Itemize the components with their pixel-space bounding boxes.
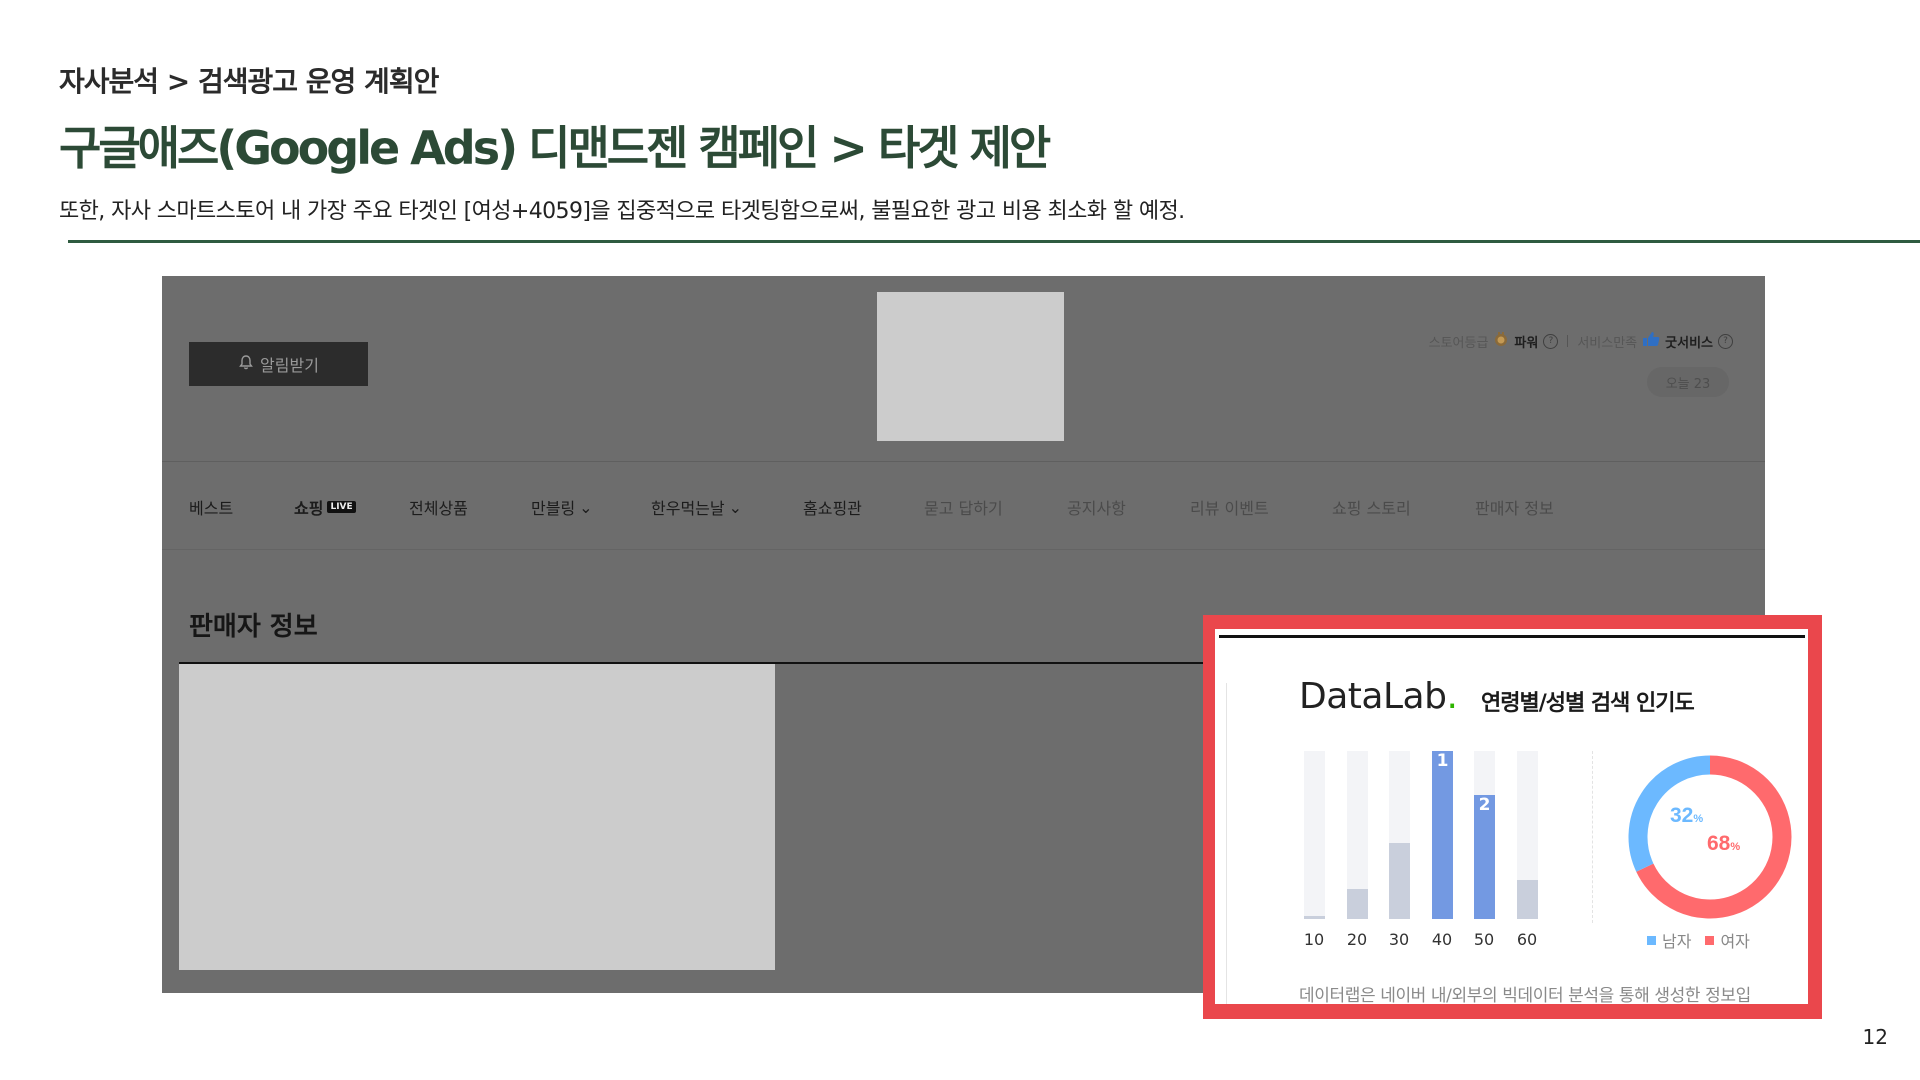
seller-info-placeholder bbox=[179, 664, 775, 970]
legend-label-male: 남자 bbox=[1662, 932, 1692, 951]
nav-item-review-event[interactable]: 리뷰 이벤트 bbox=[1190, 495, 1269, 519]
age-tick-label: 50 bbox=[1473, 930, 1495, 949]
service-label: 서비스만족 bbox=[1577, 335, 1638, 351]
chevron-down-icon: ⌄ bbox=[579, 497, 593, 517]
notify-button-label: 알림받기 bbox=[260, 356, 319, 375]
grade-help-icon[interactable]: ? bbox=[1543, 333, 1559, 349]
nav-item-hanwoo-day[interactable]: 한우먹는날 ⌄ bbox=[651, 495, 742, 519]
legend-male: 남자 bbox=[1647, 928, 1691, 952]
nav-item-shopping-live[interactable]: 쇼핑 LIVE bbox=[294, 495, 356, 519]
header-divider bbox=[162, 461, 1765, 462]
bar-50: 2 bbox=[1474, 795, 1495, 919]
nav-item-manbling[interactable]: 만블링 ⌄ bbox=[531, 495, 593, 519]
nav-item-notice[interactable]: 공지사항 bbox=[1067, 495, 1126, 519]
gender-legend: 남자 여자 bbox=[1647, 928, 1750, 952]
breadcrumb: 자사분석 > 검색광고 운영 계획안 bbox=[59, 65, 439, 98]
datalab-logo: DataLab. bbox=[1299, 676, 1458, 717]
thumbs-up-icon bbox=[1642, 331, 1660, 351]
grade-value: 파워 bbox=[1514, 335, 1539, 351]
datalab-panel: DataLab. 연령별/성별 검색 인기도 10 20 30 1 40 2 50 60 32… bbox=[1215, 629, 1808, 1004]
bar-20 bbox=[1347, 889, 1368, 919]
rank-label: 2 bbox=[1478, 795, 1491, 815]
today-visitors-badge: 오늘 23 bbox=[1647, 367, 1729, 397]
bar-40: 1 bbox=[1432, 751, 1453, 919]
bar-10 bbox=[1304, 916, 1325, 919]
nav-item-qna[interactable]: 묻고 답하기 bbox=[924, 495, 1003, 519]
donut-value-label: 32% bbox=[1670, 804, 1703, 827]
grade-label: 스토어등급 bbox=[1428, 335, 1489, 351]
nav-item-home-shopping[interactable]: 홈쇼핑관 bbox=[803, 495, 862, 519]
bar-track bbox=[1347, 751, 1368, 919]
bar-track: 2 bbox=[1474, 751, 1495, 919]
legend-label-female: 여자 bbox=[1720, 932, 1750, 951]
datalab-title: 연령별/성별 검색 인기도 bbox=[1481, 691, 1695, 716]
page-title: 구글애즈(Google Ads) 디맨드젠 캠페인 > 타겟 제안 bbox=[59, 121, 1051, 175]
store-grade-info: 스토어등급 파워 ? 서비스만족 굿서비스 ? bbox=[1429, 331, 1733, 351]
page-number: 12 bbox=[1862, 1025, 1888, 1049]
rank-label: 1 bbox=[1436, 751, 1449, 771]
datalab-logo-dot: . bbox=[1446, 676, 1458, 717]
nav-item-seller-info[interactable]: 판매자 정보 bbox=[1475, 495, 1554, 519]
live-badge: LIVE bbox=[327, 501, 356, 513]
slide-subtitle: 또한, 자사 스마트스토어 내 가장 주요 타겟인 [여성+4059]을 집중적… bbox=[59, 199, 1185, 224]
age-tick-label: 10 bbox=[1303, 930, 1325, 949]
bar-60 bbox=[1517, 880, 1538, 919]
bar-track: 1 bbox=[1432, 751, 1453, 919]
age-tick-label: 60 bbox=[1516, 930, 1538, 949]
legend-swatch-female bbox=[1705, 935, 1715, 945]
legend-female: 여자 bbox=[1705, 928, 1750, 952]
nav-item-best[interactable]: 베스트 bbox=[189, 495, 233, 519]
age-tick-label: 20 bbox=[1346, 930, 1368, 949]
bar-track bbox=[1517, 751, 1538, 919]
info-separator bbox=[1567, 335, 1569, 347]
age-tick-label: 30 bbox=[1388, 930, 1410, 949]
title-divider bbox=[68, 240, 1920, 243]
bar-30 bbox=[1389, 843, 1410, 919]
notify-button[interactable]: 알림받기 bbox=[189, 342, 368, 386]
store-logo-placeholder bbox=[877, 292, 1064, 441]
legend-swatch-male bbox=[1647, 935, 1656, 945]
bell-icon bbox=[238, 354, 254, 374]
chart-divider bbox=[1592, 751, 1593, 923]
service-help-icon[interactable]: ? bbox=[1718, 333, 1733, 349]
donut-value-label: 68% bbox=[1707, 832, 1740, 855]
datalab-left-border bbox=[1226, 683, 1227, 1004]
nav-item-all-products[interactable]: 전체상품 bbox=[409, 495, 468, 519]
datalab-footnote: 데이터랩은 네이버 내/외부의 빅데이터 분석을 통해 생성한 정보입 bbox=[1299, 986, 1751, 1004]
age-tick-label: 40 bbox=[1431, 930, 1453, 949]
service-value: 굿서비스 bbox=[1665, 335, 1713, 351]
bar-track bbox=[1389, 751, 1410, 919]
section-title: 판매자 정보 bbox=[189, 612, 318, 642]
gender-donut-chart: 32%68% bbox=[1628, 755, 1792, 919]
bar-track bbox=[1304, 751, 1325, 919]
chevron-down-icon: ⌄ bbox=[728, 497, 743, 517]
nav-divider bbox=[162, 549, 1765, 550]
datalab-top-border bbox=[1219, 635, 1805, 638]
nav-item-shopping-story[interactable]: 쇼핑 스토리 bbox=[1332, 495, 1411, 519]
badge-icon bbox=[1493, 331, 1509, 351]
